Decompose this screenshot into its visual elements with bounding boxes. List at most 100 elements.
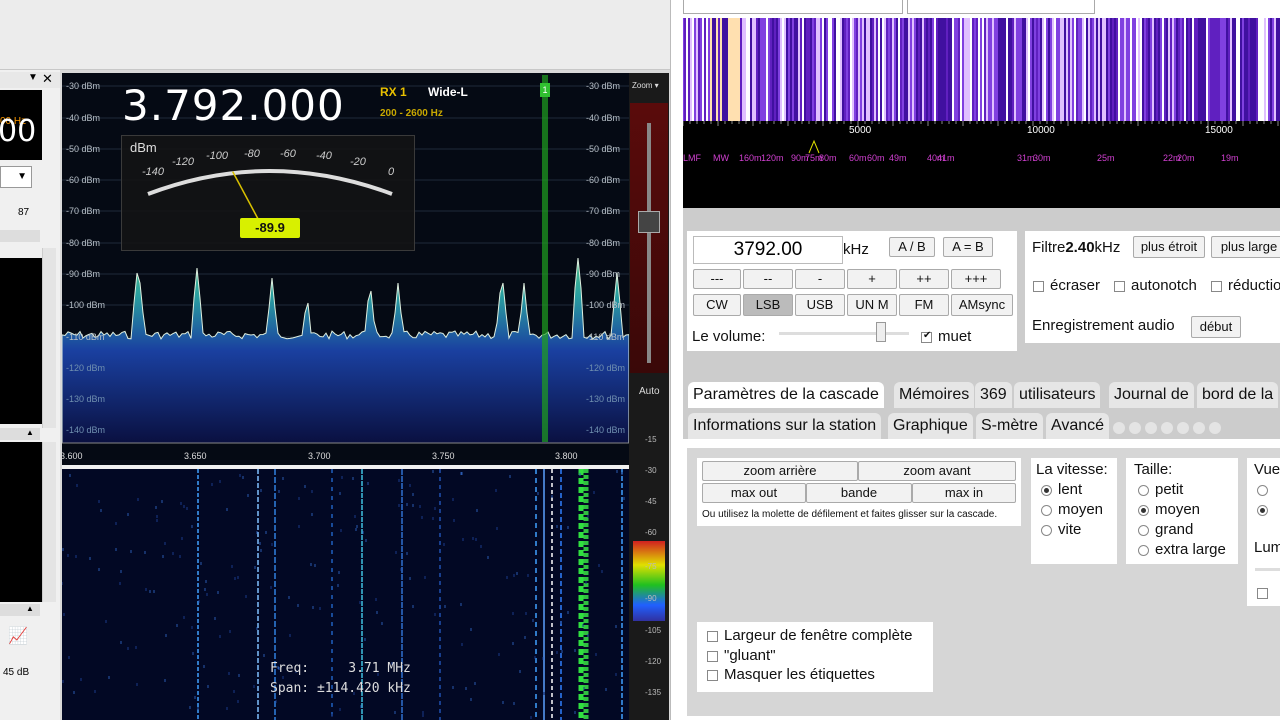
band-label[interactable]: 160m [739, 153, 762, 163]
top-input[interactable] [683, 0, 903, 14]
radio-icon[interactable] [1138, 504, 1149, 516]
radio-icon[interactable] [1041, 484, 1052, 496]
tab-user-count[interactable]: 369 [975, 382, 1012, 408]
mode-fm-button[interactable]: FM [899, 294, 949, 316]
frequency-scale[interactable]: 5000 10000 15000 LMF MW 160m 120m 90m 75… [683, 121, 1280, 208]
max-in-button[interactable]: max in [912, 483, 1016, 503]
side-row[interactable] [0, 230, 40, 242]
mode-unm-button[interactable]: UN M [847, 294, 897, 316]
radio-icon[interactable] [1138, 544, 1149, 556]
speed-slow-radio[interactable]: lent [1041, 481, 1082, 498]
band-label[interactable]: 80m [819, 153, 837, 163]
mute-checkbox[interactable]: muet [921, 328, 971, 345]
band-label[interactable]: 41m [937, 153, 955, 163]
mute-check-icon[interactable] [921, 330, 932, 343]
top-input-2[interactable] [907, 0, 1095, 14]
view-checkbox[interactable] [1257, 584, 1274, 601]
side-dropdown[interactable]: ▼ [0, 166, 32, 188]
size-small-radio[interactable]: petit [1138, 481, 1183, 498]
radio-icon[interactable] [1041, 524, 1052, 536]
size-extra-large-radio[interactable]: extra large [1138, 541, 1226, 558]
mode-amsync-button[interactable]: AMsync [951, 294, 1013, 316]
step-down-large-button[interactable]: --- [693, 269, 741, 289]
checkbox-icon[interactable] [707, 630, 718, 642]
speed-medium-radio[interactable]: moyen [1041, 501, 1103, 518]
tab-memories[interactable]: Mémoires [894, 382, 975, 408]
band-label[interactable]: 49m [889, 153, 907, 163]
side-scrollbar-2[interactable] [42, 442, 56, 602]
side-row[interactable]: ▲ [0, 428, 40, 440]
chevron-up-icon[interactable]: ▲ [26, 604, 34, 613]
spectrum-display[interactable]: 1 -30 dBm -40 dBm -50 dBm -60 dBm -70 dB… [62, 73, 629, 465]
max-out-button[interactable]: max out [702, 483, 806, 503]
band-label[interactable]: 30m [1033, 153, 1051, 163]
full-width-checkbox[interactable]: Largeur de fenêtre complète [707, 627, 912, 644]
autonotch-checkbox[interactable]: autonotch [1114, 277, 1197, 294]
step-down-small-button[interactable]: - [795, 269, 845, 289]
tab-s-meter[interactable]: S-mètre [976, 413, 1043, 439]
tab-users[interactable]: utilisateurs [1014, 382, 1101, 408]
radio-icon[interactable] [1138, 484, 1149, 496]
vfo-marker[interactable]: 1 [540, 83, 550, 97]
chevron-down-icon[interactable]: ▼ [28, 72, 38, 83]
mode-cw-button[interactable]: CW [693, 294, 741, 316]
a-equals-b-button[interactable]: A = B [943, 237, 993, 257]
step-down-medium-button[interactable]: -- [743, 269, 793, 289]
auto-button[interactable]: Auto [639, 386, 660, 397]
step-up-large-button[interactable]: +++ [951, 269, 1001, 289]
hidden-tabs[interactable] [1113, 421, 1225, 434]
mode-lsb-button[interactable]: LSB [743, 294, 793, 316]
radio-icon[interactable] [1257, 484, 1268, 496]
tab-station-info[interactable]: Informations sur la station [688, 413, 882, 439]
web-waterfall[interactable] [683, 18, 1280, 121]
tab-logbook-cont[interactable]: bord de la [1197, 382, 1279, 408]
radio-icon[interactable] [1138, 524, 1149, 536]
band-label[interactable]: MW [713, 153, 729, 163]
hide-labels-checkbox[interactable]: Masquer les étiquettes [707, 666, 875, 683]
tab-waterfall-settings[interactable]: Paramètres de la cascade [688, 382, 884, 408]
band-label[interactable]: 19m [1221, 153, 1239, 163]
brightness-slider[interactable] [1255, 568, 1280, 571]
side-scrollbar[interactable] [42, 248, 56, 428]
zoom-out-button[interactable]: zoom arrière [702, 461, 858, 481]
narrower-button[interactable]: plus étroit [1133, 236, 1205, 258]
start-recording-button[interactable]: début [1191, 316, 1241, 338]
checkbox-icon[interactable] [1257, 587, 1268, 599]
speed-fast-radio[interactable]: vite [1041, 521, 1081, 538]
overwrite-checkbox[interactable]: écraser [1033, 277, 1100, 294]
side-row[interactable]: ▲ [0, 604, 40, 616]
volume-slider-knob[interactable] [876, 322, 887, 342]
zoom-dropdown[interactable]: Zoom ▾ [632, 81, 659, 90]
wider-button[interactable]: plus large [1211, 236, 1280, 258]
graph-icon[interactable]: 📈 [8, 626, 28, 646]
view-radio-2[interactable] [1257, 501, 1274, 518]
close-icon[interactable]: ✕ [42, 71, 53, 87]
tab-advanced[interactable]: Avancé [1046, 413, 1110, 439]
band-button[interactable]: bande [806, 483, 912, 503]
band-label[interactable]: 60m [849, 153, 867, 163]
frequency-input[interactable]: 3792.00 [693, 236, 843, 264]
zoom-slider-knob[interactable] [638, 211, 660, 233]
band-label[interactable]: LMF [683, 153, 701, 163]
band-label[interactable]: 20m [1177, 153, 1195, 163]
tab-graph[interactable]: Graphique [888, 413, 973, 439]
checkbox-icon[interactable] [1033, 280, 1044, 292]
checkbox-icon[interactable] [707, 650, 718, 662]
step-up-small-button[interactable]: + [847, 269, 897, 289]
a-b-button[interactable]: A / B [889, 237, 935, 257]
size-large-radio[interactable]: grand [1138, 521, 1193, 538]
waterfall-display[interactable]: Freq: 3.71 MHz Span: ±114.420 kHz [62, 469, 629, 720]
radio-icon[interactable] [1041, 504, 1052, 516]
checkbox-icon[interactable] [1211, 280, 1222, 292]
tab-logbook[interactable]: Journal de [1109, 382, 1194, 408]
size-medium-radio[interactable]: moyen [1138, 501, 1200, 518]
band-label[interactable]: 60m [867, 153, 885, 163]
chevron-up-icon[interactable]: ▲ [26, 428, 34, 437]
noise-reduction-checkbox[interactable]: réductio [1211, 277, 1280, 294]
checkbox-icon[interactable] [707, 669, 718, 681]
mode-usb-button[interactable]: USB [795, 294, 845, 316]
view-radio-1[interactable] [1257, 481, 1274, 498]
band-label[interactable]: 120m [761, 153, 784, 163]
band-label[interactable]: 25m [1097, 153, 1115, 163]
main-frequency-display[interactable]: 3.792.000 [122, 81, 345, 130]
